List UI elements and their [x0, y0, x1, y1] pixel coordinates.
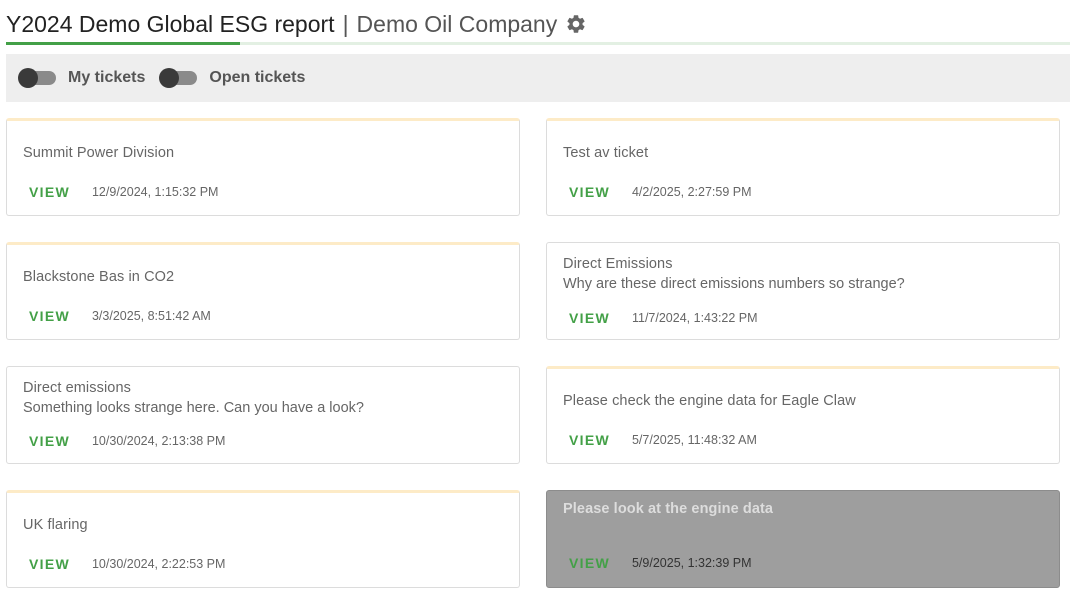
ticket-footer: VIEW 4/2/2025, 2:27:59 PM — [569, 184, 752, 200]
header-title-row: Y2024 Demo Global ESG report | Demo Oil … — [6, 8, 1070, 40]
view-ticket-button[interactable]: VIEW — [569, 184, 610, 200]
ticket-card[interactable]: UK flaring VIEW 10/30/2024, 2:22:53 PM — [6, 490, 520, 588]
ticket-title: Direct Emissions — [563, 256, 673, 272]
ticket-title: Summit Power Division — [23, 145, 175, 161]
ticket-footer: VIEW 10/30/2024, 2:22:53 PM — [29, 556, 225, 572]
ticket-timestamp: 11/7/2024, 1:43:22 PM — [631, 311, 758, 325]
ticket-timestamp: 12/9/2024, 1:15:32 PM — [91, 185, 219, 199]
ticket-timestamp: 3/3/2025, 8:51:42 AM — [91, 309, 211, 323]
ticket-footer: VIEW 5/9/2025, 1:32:39 PM — [569, 555, 752, 571]
ticket-card[interactable]: Blackstone Bas in CO2 VIEW 3/3/2025, 8:5… — [6, 242, 520, 340]
ticket-footer: VIEW 10/30/2024, 2:13:38 PM — [29, 433, 225, 449]
ticket-card[interactable]: Please check the engine data for Eagle C… — [546, 366, 1060, 464]
my-tickets-switch[interactable] — [18, 68, 56, 88]
ticket-title: Test av ticket — [563, 145, 649, 161]
ticket-footer: VIEW 5/7/2025, 11:48:32 AM — [569, 432, 757, 448]
ticket-title: UK flaring — [23, 517, 88, 533]
switch-knob[interactable] — [18, 68, 38, 88]
ticket-timestamp: 10/30/2024, 2:13:38 PM — [91, 434, 226, 448]
view-ticket-button[interactable]: VIEW — [29, 308, 70, 324]
ticket-card[interactable]: Direct Emissions Why are these direct em… — [546, 242, 1060, 340]
view-ticket-button[interactable]: VIEW — [29, 556, 70, 572]
ticket-timestamp: 5/7/2025, 11:48:32 AM — [631, 433, 757, 447]
report-progress-fill — [6, 42, 241, 45]
switch-knob[interactable] — [159, 68, 180, 88]
my-tickets-label: My tickets — [68, 69, 146, 86]
ticket-title: Please look at the engine data — [563, 501, 774, 517]
ticket-footer: VIEW 12/9/2024, 1:15:32 PM — [29, 184, 218, 200]
ticket-description: Something looks strange here. Can you ha… — [23, 400, 364, 416]
ticket-filter-bar: My tickets Open tickets — [6, 54, 1070, 102]
page-header: Y2024 Demo Global ESG report | Demo Oil … — [6, 8, 1070, 46]
view-ticket-button[interactable]: VIEW — [569, 432, 610, 448]
ticket-footer: VIEW 3/3/2025, 8:51:42 AM — [29, 308, 211, 324]
ticket-card[interactable]: Test av ticket VIEW 4/2/2025, 2:27:59 PM — [546, 118, 1060, 216]
ticket-timestamp: 4/2/2025, 2:27:59 PM — [631, 185, 752, 199]
title-separator: | — [342, 10, 349, 37]
ticket-description: Why are these direct emissions numbers s… — [563, 276, 905, 292]
view-ticket-button[interactable]: VIEW — [569, 310, 610, 326]
view-ticket-button[interactable]: VIEW — [29, 433, 70, 449]
ticket-title: Blackstone Bas in CO2 — [23, 269, 175, 285]
company-name: Demo Oil Company — [356, 10, 558, 37]
ticket-card[interactable]: Direct emissions Something looks strange… — [6, 366, 520, 464]
ticket-title: Please check the engine data for Eagle C… — [563, 393, 856, 409]
open-tickets-label: Open tickets — [209, 69, 306, 86]
open-tickets-switch[interactable] — [159, 68, 198, 88]
ticket-card[interactable]: Summit Power Division VIEW 12/9/2024, 1:… — [6, 118, 520, 216]
view-ticket-button[interactable]: VIEW — [569, 555, 610, 571]
gear-icon[interactable] — [565, 13, 587, 35]
report-progress-bar — [6, 42, 1070, 45]
ticket-card-selected[interactable]: Please look at the engine data VIEW 5/9/… — [546, 490, 1060, 588]
view-ticket-button[interactable]: VIEW — [29, 184, 70, 200]
ticket-timestamp: 10/30/2024, 2:22:53 PM — [91, 557, 226, 571]
open-tickets-toggle[interactable]: Open tickets — [159, 68, 305, 88]
ticket-footer: VIEW 11/7/2024, 1:43:22 PM — [569, 310, 758, 326]
ticket-title: Direct emissions — [23, 380, 131, 396]
report-title: Y2024 Demo Global ESG report — [6, 10, 335, 37]
my-tickets-toggle[interactable]: My tickets — [18, 68, 145, 88]
ticket-timestamp: 5/9/2025, 1:32:39 PM — [631, 556, 752, 570]
